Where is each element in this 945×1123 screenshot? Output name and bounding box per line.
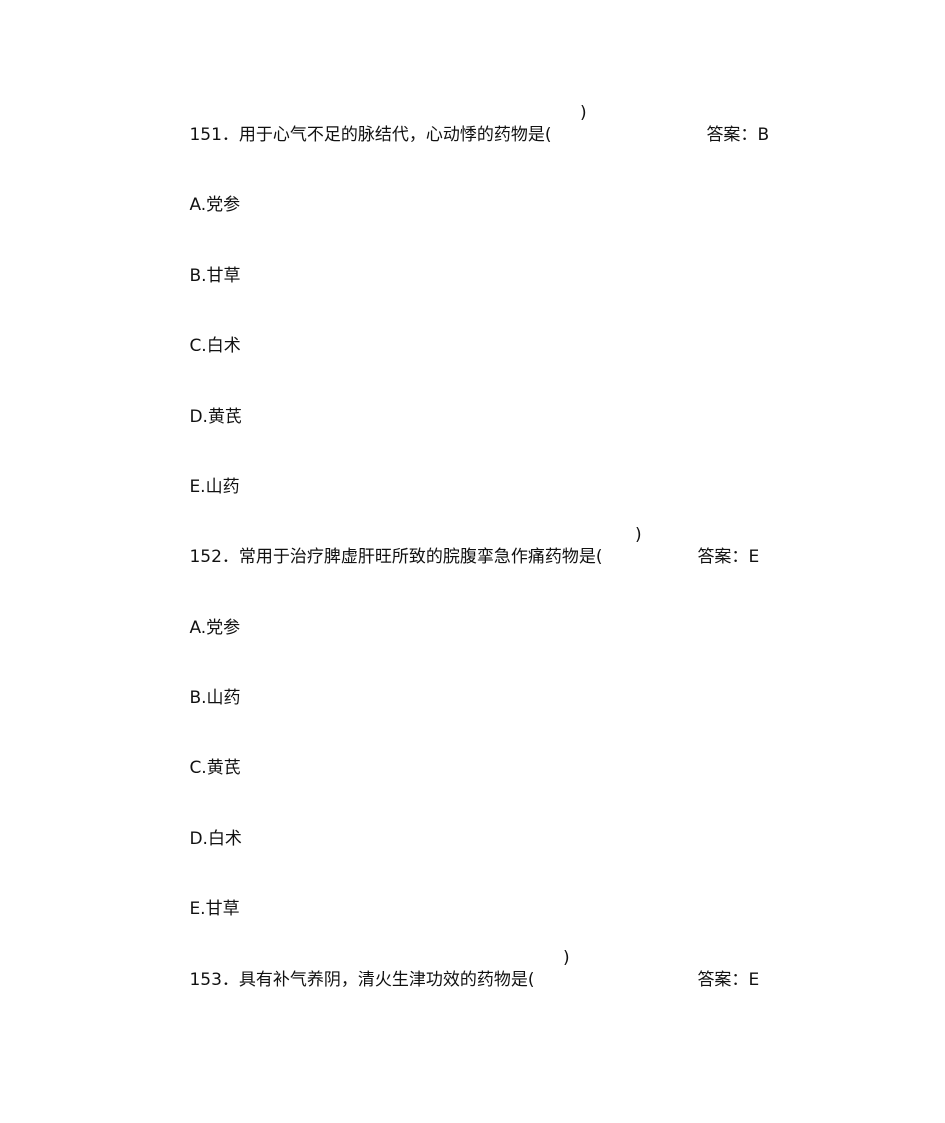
- option-text: 白术: [207, 829, 242, 849]
- blank-close-paren: ): [635, 525, 642, 545]
- option-c: C.黄芪: [157, 735, 241, 801]
- answer-label: 答案：: [697, 970, 749, 990]
- option-letter: A.: [189, 618, 207, 638]
- option-text: 黄芪: [207, 407, 242, 427]
- option-text: 党参: [206, 195, 241, 215]
- blank-close-paren: ): [563, 948, 570, 968]
- option-a: A.党参: [157, 172, 240, 238]
- option-text: 山药: [205, 477, 240, 497]
- option-e: E.甘草: [157, 876, 240, 942]
- option-letter: C.: [189, 758, 207, 778]
- option-a: A.党参: [157, 595, 240, 661]
- answer: 答案：B: [674, 102, 769, 168]
- option-b: B.甘草: [157, 243, 241, 309]
- question-number: 151．: [189, 125, 239, 145]
- option-text: 白术: [206, 336, 241, 356]
- blank-close-paren: ): [580, 103, 587, 123]
- answer: 答案：E: [665, 524, 759, 590]
- answer-label: 答案：: [706, 125, 758, 145]
- option-letter: E.: [189, 899, 206, 919]
- option-c: C.白术: [157, 313, 241, 379]
- option-letter: A.: [189, 195, 207, 215]
- option-letter: D.: [189, 829, 208, 849]
- option-d: D.黄芪: [157, 384, 242, 450]
- option-letter: B.: [189, 688, 207, 708]
- option-text: 黄芪: [206, 758, 241, 778]
- answer-value: E: [748, 970, 760, 990]
- question-stem: 152．常用于治疗脾虚肝旺所致的脘腹挛急作痛药物是(: [157, 524, 603, 590]
- question-stem: 153．具有补气养阴，清火生津功效的药物是(: [157, 947, 535, 1013]
- option-text: 甘草: [206, 266, 241, 286]
- question-stem: 151．用于心气不足的脉结代，心动悸的药物是(: [157, 102, 552, 168]
- option-text: 甘草: [205, 899, 240, 919]
- option-text: 山药: [206, 688, 241, 708]
- option-e: E.山药: [157, 454, 240, 520]
- question-number: 153．: [189, 970, 239, 990]
- question-text: 用于心气不足的脉结代，心动悸的药物是(: [238, 125, 552, 145]
- answer-label: 答案：: [697, 547, 749, 567]
- option-letter: C.: [189, 336, 207, 356]
- answer-value: B: [757, 125, 770, 145]
- option-b: B.山药: [157, 665, 241, 731]
- answer-value: E: [748, 547, 760, 567]
- option-letter: D.: [189, 407, 208, 427]
- question-text: 具有补气养阴，清火生津功效的药物是(: [238, 970, 535, 990]
- option-letter: E.: [189, 477, 206, 497]
- question-number: 152．: [189, 547, 239, 567]
- option-text: 党参: [206, 618, 241, 638]
- document-page: 151．用于心气不足的脉结代，心动悸的药物是( ) 答案：B A.党参 B.甘草…: [0, 0, 945, 1123]
- answer: 答案：E: [665, 947, 759, 1013]
- question-text: 常用于治疗脾虚肝旺所致的脘腹挛急作痛药物是(: [238, 547, 603, 567]
- option-d: D.白术: [157, 806, 242, 872]
- option-letter: B.: [189, 266, 207, 286]
